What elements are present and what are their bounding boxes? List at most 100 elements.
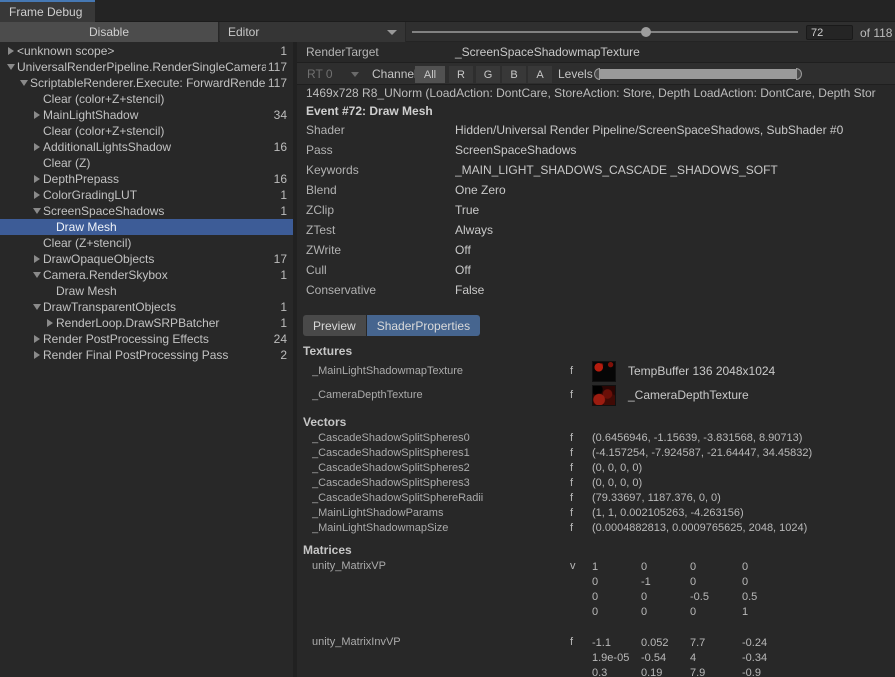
tree-row[interactable]: DepthPrepass16 (0, 171, 293, 187)
foldout-collapsed-icon[interactable] (4, 47, 17, 55)
tree-row[interactable]: ScreenSpaceShadows1 (0, 203, 293, 219)
vector-row: _CascadeShadowSplitSpheres2f(0, 0, 0, 0) (297, 460, 895, 475)
texture-name: _MainLightShadowmapTexture (312, 365, 570, 377)
property-value: One Zero (455, 183, 506, 197)
tab-frame-debug[interactable]: Frame Debug (0, 0, 95, 22)
tree-row[interactable]: RenderLoop.DrawSRPBatcher1 (0, 315, 293, 331)
foldout-collapsed-icon[interactable] (30, 255, 43, 263)
vector-type: f (570, 447, 592, 459)
tree-row-label: Draw Mesh (56, 283, 285, 299)
chevron-down-icon (387, 30, 397, 35)
tree-row-count: 24 (272, 331, 293, 347)
tree-row[interactable]: MainLightShadow34 (0, 107, 293, 123)
property-row: ShaderHidden/Universal Render Pipeline/S… (297, 120, 895, 140)
tree-row[interactable]: Draw Mesh (0, 283, 293, 299)
shadowmap-thumbnail[interactable] (592, 361, 616, 382)
depth-thumbnail[interactable] (592, 385, 616, 406)
tree-row-label: AdditionalLightsShadow (43, 139, 272, 155)
property-value: Off (455, 243, 471, 257)
vector-name: _CascadeShadowSplitSpheres3 (312, 477, 570, 489)
property-value: True (455, 203, 479, 217)
tree-row-label: Camera.RenderSkybox (43, 267, 278, 283)
vector-row: _CascadeShadowSplitSpheres1f(-4.157254, … (297, 445, 895, 460)
frame-slider[interactable] (412, 22, 798, 42)
property-row: ZWriteOff (297, 240, 895, 260)
rt-index-dropdown[interactable]: RT 0 (303, 65, 365, 83)
vector-name: _CascadeShadowSplitSphereRadii (312, 492, 570, 504)
tree-row[interactable]: UniversalRenderPipeline.RenderSingleCame… (0, 59, 293, 75)
foldout-collapsed-icon[interactable] (30, 351, 43, 359)
property-value: False (455, 283, 484, 297)
matrix-row: unity_MatrixVPv10000-10000-0.50.50001 (297, 560, 895, 620)
tree-row[interactable]: Clear (color+Z+stencil) (0, 91, 293, 107)
vector-name: _CascadeShadowSplitSpheres2 (312, 462, 570, 474)
tree-row[interactable]: Clear (color+Z+stencil) (0, 123, 293, 139)
tree-row-count: 117 (266, 75, 293, 91)
tree-row-label: MainLightShadow (43, 107, 272, 123)
matrix-cell: 0 (641, 560, 690, 575)
frame-slider-handle[interactable] (641, 27, 651, 37)
foldout-collapsed-icon[interactable] (30, 175, 43, 183)
foldout-collapsed-icon[interactable] (43, 319, 56, 327)
tree-row[interactable]: Draw Mesh (0, 219, 293, 235)
vector-name: _MainLightShadowParams (312, 507, 570, 519)
channel-button-r[interactable]: R (449, 66, 473, 83)
tree-row-label: RenderLoop.DrawSRPBatcher (56, 315, 278, 331)
tab-preview[interactable]: Preview (303, 315, 366, 336)
disable-button[interactable]: Disable (0, 22, 219, 42)
matrix-cell: 0 (742, 560, 802, 575)
levels-minmax-slider[interactable] (594, 68, 802, 80)
foldout-expanded-icon[interactable] (17, 80, 30, 86)
tree-row-label: Clear (color+Z+stencil) (43, 123, 285, 139)
foldout-expanded-icon[interactable] (4, 64, 17, 70)
event-tree: <unknown scope>1UniversalRenderPipeline.… (0, 42, 293, 677)
target-dropdown[interactable]: Editor (220, 22, 406, 42)
tree-row[interactable]: ScriptableRenderer.Execute: ForwardRende… (0, 75, 293, 91)
textures-section: _MainLightShadowmapTexturefTempBuffer 13… (297, 359, 895, 407)
tree-row[interactable]: Render Final PostProcessing Pass2 (0, 347, 293, 363)
tree-row[interactable]: DrawTransparentObjects1 (0, 299, 293, 315)
foldout-expanded-icon[interactable] (30, 208, 43, 214)
matrix-cell: 0 (690, 605, 742, 620)
frame-number-input[interactable]: 72 (806, 25, 853, 40)
channel-button-all[interactable]: All (415, 66, 445, 83)
texture-value: _CameraDepthTexture (628, 388, 749, 402)
foldout-expanded-icon[interactable] (30, 272, 43, 278)
tree-row[interactable]: Clear (Z) (0, 155, 293, 171)
tree-row[interactable]: DrawOpaqueObjects17 (0, 251, 293, 267)
foldout-collapsed-icon[interactable] (30, 143, 43, 151)
tree-row-count: 2 (278, 347, 293, 363)
vector-name: _CascadeShadowSplitSpheres1 (312, 447, 570, 459)
tree-row-label: Clear (Z) (43, 155, 285, 171)
tree-row[interactable]: Camera.RenderSkybox1 (0, 267, 293, 283)
rt-index-value: RT 0 (307, 67, 333, 81)
channel-button-b[interactable]: B (502, 66, 526, 83)
property-label: ZClip (306, 203, 455, 217)
foldout-collapsed-icon[interactable] (30, 335, 43, 343)
tree-row[interactable]: <unknown scope>1 (0, 43, 293, 59)
property-value: Always (455, 223, 493, 237)
tree-row[interactable]: Render PostProcessing Effects24 (0, 331, 293, 347)
vector-type: f (570, 492, 592, 504)
channel-button-g[interactable]: G (476, 66, 500, 83)
levels-min-handle[interactable] (594, 68, 600, 80)
foldout-collapsed-icon[interactable] (30, 111, 43, 119)
tree-row[interactable]: ColorGradingLUT1 (0, 187, 293, 203)
tree-row-count: 117 (266, 59, 293, 75)
foldout-expanded-icon[interactable] (30, 304, 43, 310)
tree-row[interactable]: AdditionalLightsShadow16 (0, 139, 293, 155)
render-target-row: RenderTarget _ScreenSpaceShadowmapTextur… (297, 42, 895, 63)
matrix-name: unity_MatrixInvVP (312, 636, 570, 648)
channel-button-a[interactable]: A (528, 66, 552, 83)
frame-slider-rail (412, 31, 798, 33)
vector-row: _CascadeShadowSplitSpheres3f(0, 0, 0, 0) (297, 475, 895, 490)
tab-shaderproperties[interactable]: ShaderProperties (367, 315, 480, 336)
foldout-collapsed-icon[interactable] (30, 191, 43, 199)
matrix-cell: 0 (641, 590, 690, 605)
chevron-down-icon (351, 72, 359, 77)
levels-max-handle[interactable] (796, 68, 802, 80)
tree-row[interactable]: Clear (Z+stencil) (0, 235, 293, 251)
vector-value: (79.33697, 1187.376, 0, 0) (592, 492, 721, 504)
render-target-label: RenderTarget (306, 45, 455, 59)
matrix-cell: -0.34 (742, 651, 802, 666)
